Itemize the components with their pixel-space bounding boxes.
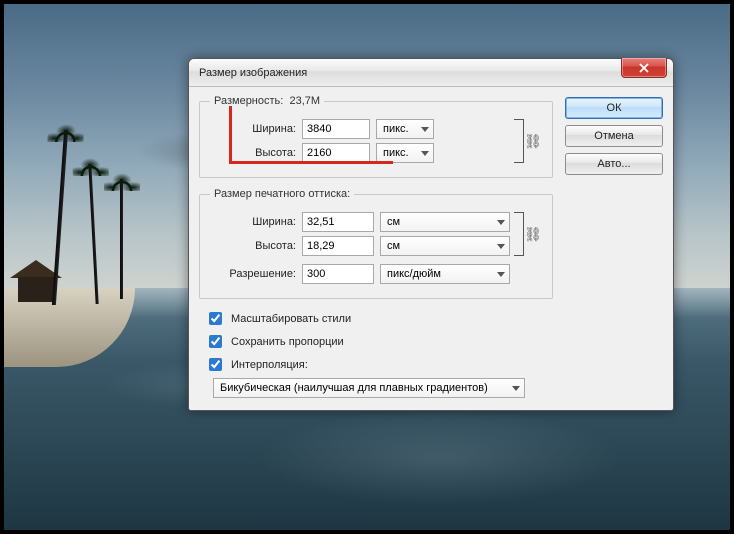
pixel-dimensions-group: Размерность: 23,7M Ширина: пикс. Высота: bbox=[199, 95, 553, 178]
close-icon bbox=[639, 63, 649, 73]
chevron-down-icon bbox=[497, 220, 505, 225]
pixel-width-unit-select[interactable]: пикс. bbox=[376, 119, 434, 139]
link-bracket bbox=[514, 212, 524, 256]
doc-height-input[interactable] bbox=[302, 236, 374, 256]
document-size-legend: Размер печатного оттиска: bbox=[210, 188, 354, 200]
dialog-titlebar[interactable]: Размер изображения bbox=[189, 59, 673, 87]
dialog-title: Размер изображения bbox=[199, 67, 307, 79]
interpolation-method-select[interactable]: Бикубическая (наилучшая для плавных град… bbox=[213, 378, 525, 398]
resolution-input[interactable] bbox=[302, 264, 374, 284]
pixel-height-input[interactable] bbox=[302, 143, 370, 163]
image-size-dialog: Размер изображения Размерность: 23,7M Ши… bbox=[188, 58, 674, 411]
constrain-link-icon[interactable]: ⛓ bbox=[524, 115, 542, 167]
link-bracket bbox=[514, 119, 524, 163]
ok-button[interactable]: ОК bbox=[565, 97, 663, 119]
constrain-proportions-check[interactable] bbox=[209, 335, 222, 348]
doc-width-label: Ширина: bbox=[210, 216, 296, 228]
wallpaper-palm bbox=[120, 179, 123, 299]
close-button[interactable] bbox=[621, 58, 667, 78]
doc-height-label: Высота: bbox=[210, 240, 296, 252]
constrain-proportions-checkbox[interactable]: Сохранить пропорции bbox=[205, 332, 553, 351]
doc-width-unit-select[interactable]: см bbox=[380, 212, 510, 232]
file-size-value: 23,7M bbox=[289, 95, 320, 107]
scale-styles-checkbox[interactable]: Масштабировать стили bbox=[205, 309, 553, 328]
resolution-label: Разрешение: bbox=[210, 268, 296, 280]
resample-check[interactable] bbox=[209, 358, 222, 371]
chevron-down-icon bbox=[497, 244, 505, 249]
doc-width-input[interactable] bbox=[302, 212, 374, 232]
document-size-group: Размер печатного оттиска: Ширина: см Выс… bbox=[199, 188, 553, 299]
constrain-link-icon[interactable]: ⛓ bbox=[524, 208, 542, 260]
width-label: Ширина: bbox=[210, 123, 296, 135]
cancel-button[interactable]: Отмена bbox=[565, 125, 663, 147]
resample-checkbox[interactable]: Интерполяция: bbox=[205, 355, 553, 374]
resolution-unit-select[interactable]: пикс/дюйм bbox=[380, 264, 510, 284]
chevron-down-icon bbox=[512, 386, 520, 391]
chevron-down-icon bbox=[497, 272, 505, 277]
chevron-down-icon bbox=[421, 127, 429, 132]
pixel-height-unit-select[interactable]: пикс. bbox=[376, 143, 434, 163]
pixel-dimensions-legend: Размерность: 23,7M bbox=[210, 95, 324, 107]
height-label: Высота: bbox=[210, 147, 296, 159]
scale-styles-check[interactable] bbox=[209, 312, 222, 325]
chevron-down-icon bbox=[421, 151, 429, 156]
auto-button[interactable]: Авто... bbox=[565, 153, 663, 175]
doc-height-unit-select[interactable]: см bbox=[380, 236, 510, 256]
pixel-width-input[interactable] bbox=[302, 119, 370, 139]
